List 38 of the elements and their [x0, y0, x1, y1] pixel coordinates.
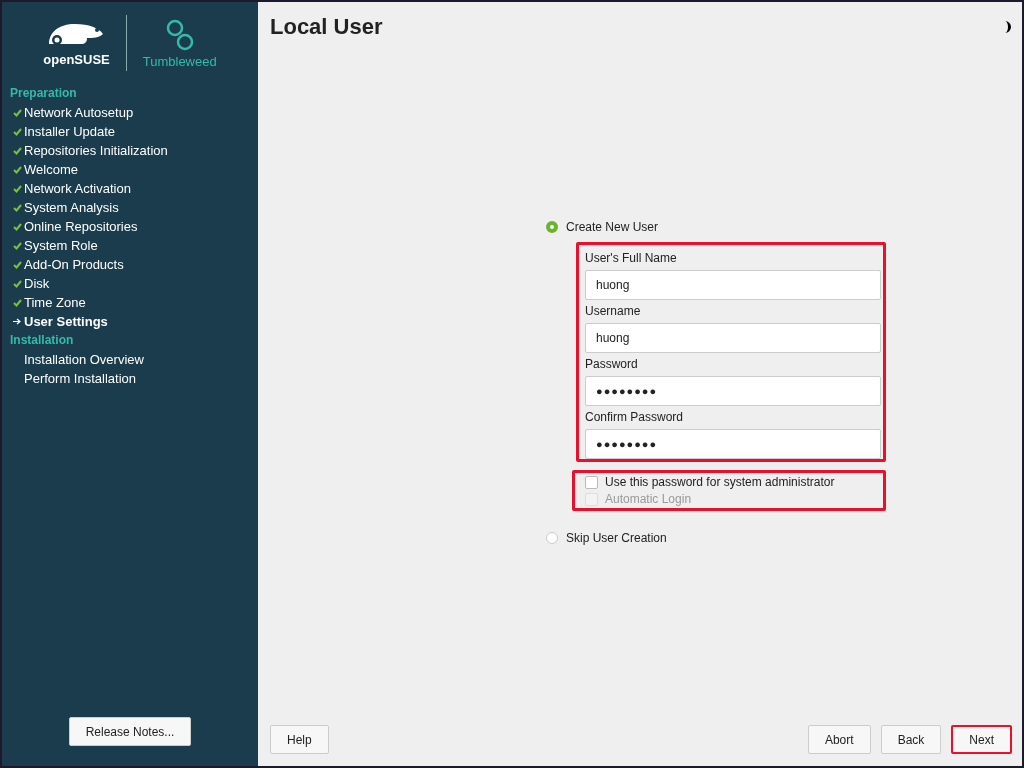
step-label: Online Repositories: [24, 219, 138, 234]
nav-button[interactable]: Abort: [807, 725, 871, 754]
step-label: User Settings: [24, 314, 108, 329]
checkbox-label: Use this password for system administrator: [605, 475, 835, 489]
password-field[interactable]: ●●●●●●●●: [585, 429, 881, 459]
field-label: Password: [585, 357, 639, 371]
radio-option[interactable]: Create New User: [546, 220, 886, 234]
nav-button[interactable]: Back: [880, 725, 942, 754]
field-label: Confirm Password: [585, 410, 685, 424]
release-notes-button[interactable]: Release Notes...: [68, 717, 192, 746]
step-label: Installer Update: [24, 124, 116, 139]
checkbox-label: Automatic Login: [605, 492, 692, 506]
field-label: Username: [585, 304, 642, 318]
field-label: User's Full Name: [585, 251, 678, 265]
arrow-icon: [13, 318, 21, 325]
product-name: Tumbleweed: [142, 53, 217, 69]
step-label: System Analysis: [24, 200, 119, 215]
step-label: Time Zone: [24, 295, 86, 310]
section-heading: Preparation: [10, 85, 78, 102]
step-label: Installation Overview: [24, 352, 144, 367]
help-button[interactable]: Help: [270, 725, 329, 754]
step-label: System Role: [24, 238, 98, 253]
password-field[interactable]: ●●●●●●●●: [585, 376, 881, 406]
step-label: Disk: [24, 276, 50, 291]
nav-button[interactable]: Next: [951, 725, 1012, 754]
step-label: Repositories Initialization: [24, 143, 168, 158]
step-label: Perform Installation: [24, 371, 136, 386]
step-label: Welcome: [24, 162, 78, 177]
page-title: Local User: [270, 14, 383, 40]
step-label: Network Activation: [24, 181, 131, 196]
step-label: Add-On Products: [24, 257, 124, 272]
radio-option[interactable]: Skip User Creation: [546, 531, 886, 545]
checkbox[interactable]: [585, 475, 598, 489]
section-heading: Installation: [10, 332, 75, 349]
step-label: Network Autosetup: [24, 105, 134, 120]
text-field[interactable]: huong: [585, 323, 881, 353]
brand-name: openSUSE: [43, 51, 110, 67]
text-field[interactable]: huong: [585, 270, 881, 300]
